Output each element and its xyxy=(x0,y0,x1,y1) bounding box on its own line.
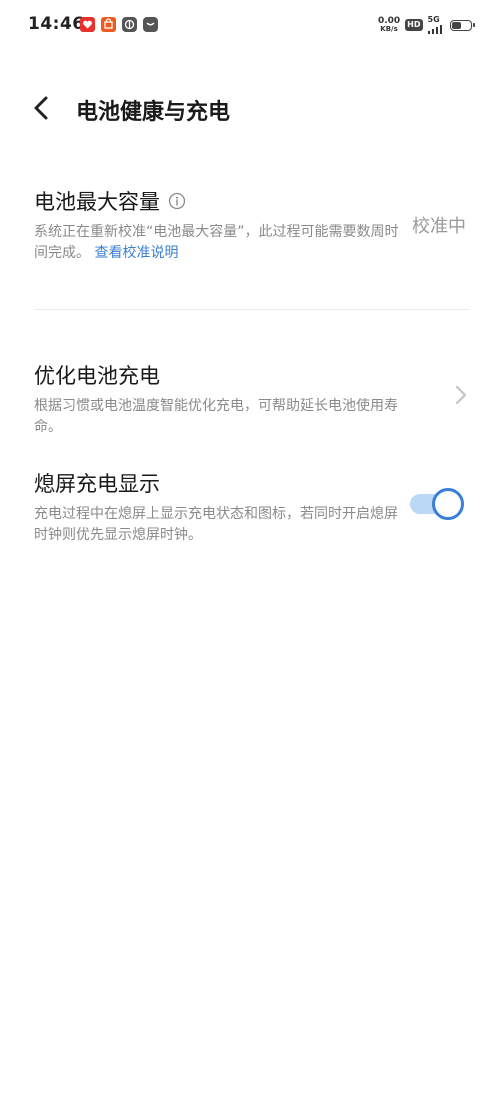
info-icon[interactable] xyxy=(168,192,186,210)
battery-capacity-desc-text: 系统正在重新校准“电池最大容量”，此过程可能需要数周时间完成。 xyxy=(34,224,399,261)
app-notification-icon xyxy=(80,17,95,32)
toggle-knob xyxy=(432,488,464,520)
status-time: 14:46 xyxy=(28,14,85,34)
network-speed: 0.00 KB/s xyxy=(377,16,401,34)
aod-charging-item: 熄屏充电显示 充电过程中在熄屏上显示充电状态和图标，若同时开启熄屏时钟则优先显示… xyxy=(34,468,470,546)
network-speed-unit: KB/s xyxy=(380,25,398,33)
vpn-app-icon xyxy=(122,17,137,32)
network-type: 5G xyxy=(427,15,440,24)
battery-level xyxy=(452,21,461,29)
hd-voice-icon: HD xyxy=(405,19,423,31)
battery-icon xyxy=(450,19,475,31)
back-button[interactable] xyxy=(28,90,58,126)
aod-charging-title: 熄屏充电显示 xyxy=(34,472,160,496)
system-icons: 0.00 KB/s HD 5G xyxy=(377,15,475,34)
aod-charging-description: 充电过程中在熄屏上显示充电状态和图标，若同时开启熄屏时钟则优先显示熄屏时钟。 xyxy=(34,506,398,543)
calibration-status: 校准中 xyxy=(412,216,466,237)
header: 电池健康与充电 xyxy=(0,82,500,134)
battery-capacity-description: 系统正在重新校准“电池最大容量”，此过程可能需要数周时间完成。 查看校准说明 xyxy=(34,222,404,264)
message-app-icon xyxy=(143,17,158,32)
status-bar: 14:46 0.00 KB/s HD 5G xyxy=(0,0,500,52)
network-speed-value: 0.00 xyxy=(377,16,401,26)
battery-capacity-title: 电池最大容量 xyxy=(34,190,160,214)
back-icon xyxy=(34,96,48,120)
calibration-info-link[interactable]: 查看校准说明 xyxy=(94,245,178,261)
optimize-charging-description: 根据习惯或电池温度智能优化充电，可帮助延长电池使用寿命。 xyxy=(34,398,398,435)
chevron-right-icon[interactable] xyxy=(454,384,468,406)
notification-icons xyxy=(80,17,158,32)
section-divider xyxy=(34,309,470,310)
battery-capacity-title-row: 电池最大容量 xyxy=(34,186,470,216)
optimize-charging-title: 优化电池充电 xyxy=(34,364,160,388)
battery-capacity-section: 电池最大容量 系统正在重新校准“电池最大容量”，此过程可能需要数周时间完成。 查… xyxy=(34,186,470,264)
shopping-app-icon xyxy=(101,17,116,32)
signal-icon: 5G xyxy=(427,15,442,34)
aod-charging-toggle[interactable] xyxy=(410,488,464,520)
page-title: 电池健康与充电 xyxy=(76,100,231,125)
optimize-charging-item[interactable]: 优化电池充电 根据习惯或电池温度智能优化充电，可帮助延长电池使用寿命。 xyxy=(34,360,470,438)
